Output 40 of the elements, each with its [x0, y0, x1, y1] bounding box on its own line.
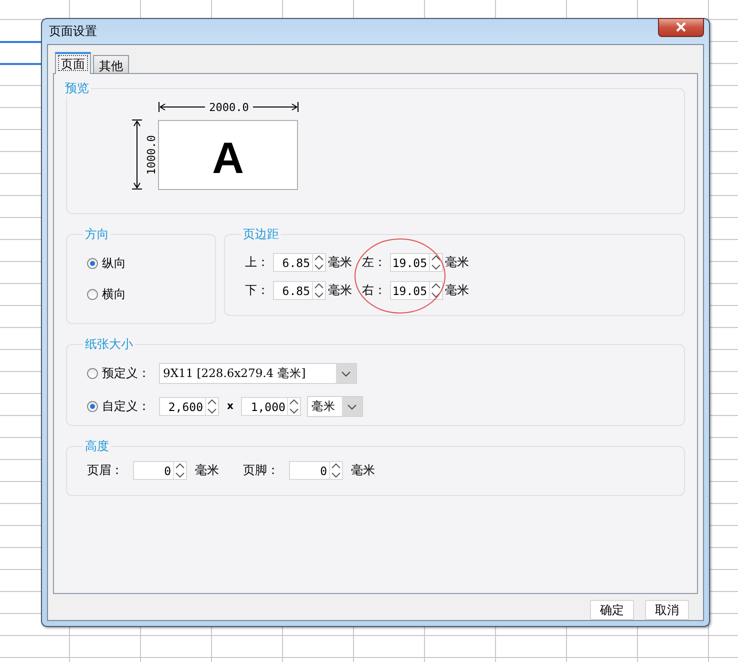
field-label: 左：	[362, 254, 386, 271]
dropdown[interactable]: 毫米	[307, 396, 364, 417]
number-field[interactable]: 1,000	[241, 397, 302, 416]
unit-label: 毫米	[445, 282, 469, 299]
unit-label: 毫米	[445, 254, 469, 271]
tab[interactable]: 其他	[93, 55, 129, 73]
times-label: x	[227, 401, 234, 412]
radio-option[interactable]: 横向	[87, 286, 205, 303]
field-label: 上：	[245, 254, 269, 271]
radio-option[interactable]: 自定义：	[87, 398, 153, 415]
number-field[interactable]: 6.85	[273, 281, 326, 300]
number-field[interactable]: 0	[289, 461, 343, 480]
sample-letter: A	[212, 134, 244, 183]
unit-label: 毫米	[195, 462, 219, 479]
field-label: 右：	[362, 282, 386, 299]
unit-label: 毫米	[328, 254, 353, 271]
number-field[interactable]: 19.05	[390, 253, 443, 272]
unit-label: 毫米	[328, 282, 353, 299]
dropdown[interactable]: 9X11 [228.6x279.4 毫米]	[159, 363, 357, 384]
field-label: 下：	[245, 282, 269, 299]
radio-option[interactable]: 纵向	[87, 255, 205, 272]
group-title: 预览	[64, 80, 90, 97]
group-title: 页边距	[242, 226, 280, 243]
number-field[interactable]: 6.85	[273, 253, 326, 272]
window-title: 页面设置	[49, 23, 97, 40]
dimension-label: 1000.0	[145, 135, 158, 175]
group-title: 纸张大小	[84, 336, 134, 353]
number-field[interactable]: 0	[133, 461, 187, 480]
group-title: 高度	[84, 438, 110, 455]
dialog-button[interactable]: 确定	[590, 600, 634, 620]
field-label: 页脚：	[243, 462, 279, 479]
unit-label: 毫米	[351, 462, 375, 479]
number-field[interactable]: 19.05	[390, 281, 443, 300]
radio-option[interactable]: 预定义：	[87, 365, 153, 382]
tab[interactable]: 页面	[55, 52, 91, 74]
field-label: 页眉：	[87, 462, 123, 479]
number-field[interactable]: 2,600	[159, 397, 219, 416]
dialog-button[interactable]: 取消	[645, 600, 689, 620]
dimension-label: 2000.0	[209, 101, 249, 114]
group-title: 方向	[84, 226, 110, 243]
